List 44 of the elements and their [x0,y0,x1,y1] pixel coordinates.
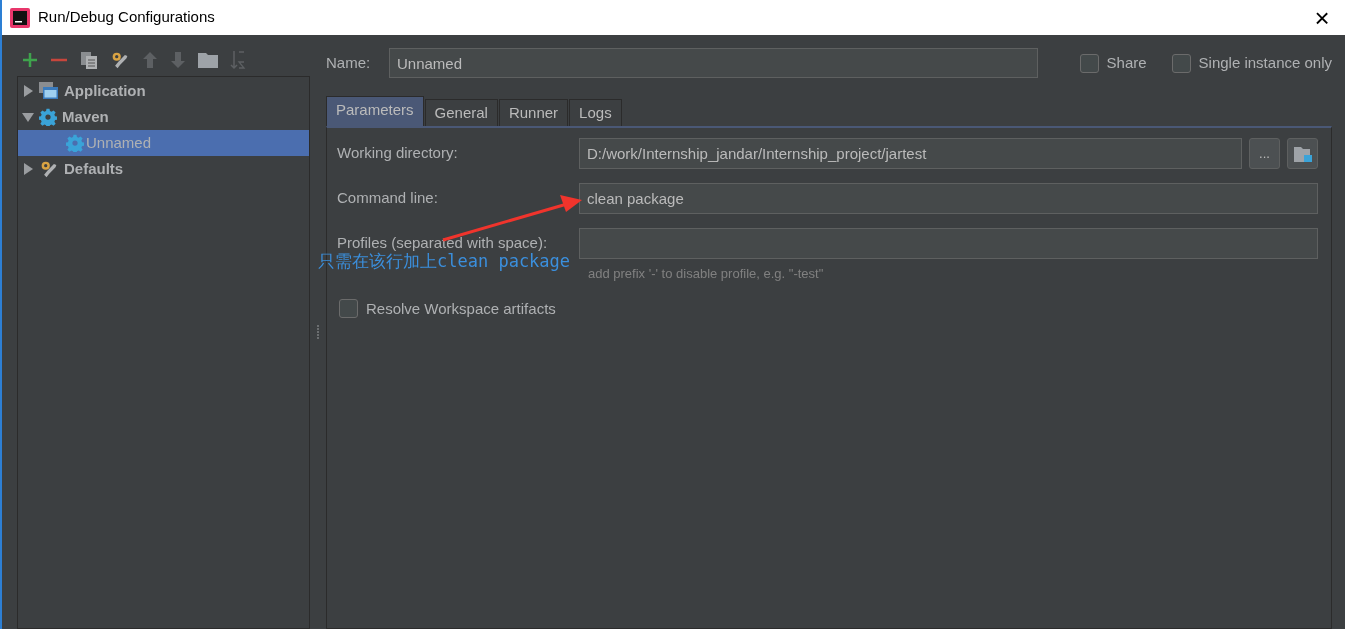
tree-item[interactable]: Defaults [18,156,309,182]
name-field[interactable]: Unnamed [389,48,1038,78]
checkbox[interactable] [1171,53,1191,73]
name-label: Name: [326,52,372,73]
annotation-text: 只需在该行加上clean package [318,253,571,270]
folder-icon[interactable] [198,52,218,68]
wrench-gear-icon [110,51,130,69]
gear-icon [66,134,84,152]
collapsed-arrow-icon[interactable] [22,163,34,175]
app-logo-icon [10,7,30,28]
window-icon [39,82,59,100]
text-field[interactable]: clean package [579,183,1318,214]
sort-icon[interactable] [230,50,246,70]
tab[interactable]: General [424,99,498,126]
collapsed-arrow-icon[interactable] [22,85,34,97]
folder-button[interactable] [1287,138,1318,169]
splitter-grip-icon[interactable] [316,324,320,340]
add-icon[interactable] [22,52,38,68]
tab[interactable]: Logs [569,99,622,126]
down-arrow-icon[interactable] [170,51,186,69]
gear-icon [39,108,57,126]
tab[interactable]: Runner [498,99,569,126]
window-title: Run/Debug Configurations [38,7,216,28]
copy-icon[interactable] [80,51,98,69]
close-button[interactable]: × [1307,4,1337,31]
checkbox-label: Single instance only [1198,52,1332,73]
wrench-gear-icon [39,160,59,178]
tree-item[interactable]: Maven [18,104,309,130]
folder-icon [1293,145,1312,162]
field-label: Working directory: [337,143,459,164]
up-arrow-icon[interactable] [142,51,158,69]
tree-item[interactable]: Application [18,78,309,104]
hint-text: add prefix '-' to disable profile, e.g. "-test" [588,265,825,283]
checkbox[interactable] [339,299,358,319]
checkbox[interactable] [1079,53,1099,73]
tab[interactable]: Parameters [326,96,424,126]
text-field[interactable] [579,228,1318,259]
expanded-arrow-icon[interactable] [22,111,34,123]
browse-button[interactable]: ... [1249,138,1280,169]
checkbox-label: Share [1106,52,1147,73]
field-label: Command line: [337,188,439,209]
text-field[interactable]: D:/work/Internship_jandar/Internship_project/jartest [579,138,1242,169]
field-label: Profiles (separated with space): [337,233,549,252]
checkbox-label: Resolve Workspace artifacts [366,298,556,319]
